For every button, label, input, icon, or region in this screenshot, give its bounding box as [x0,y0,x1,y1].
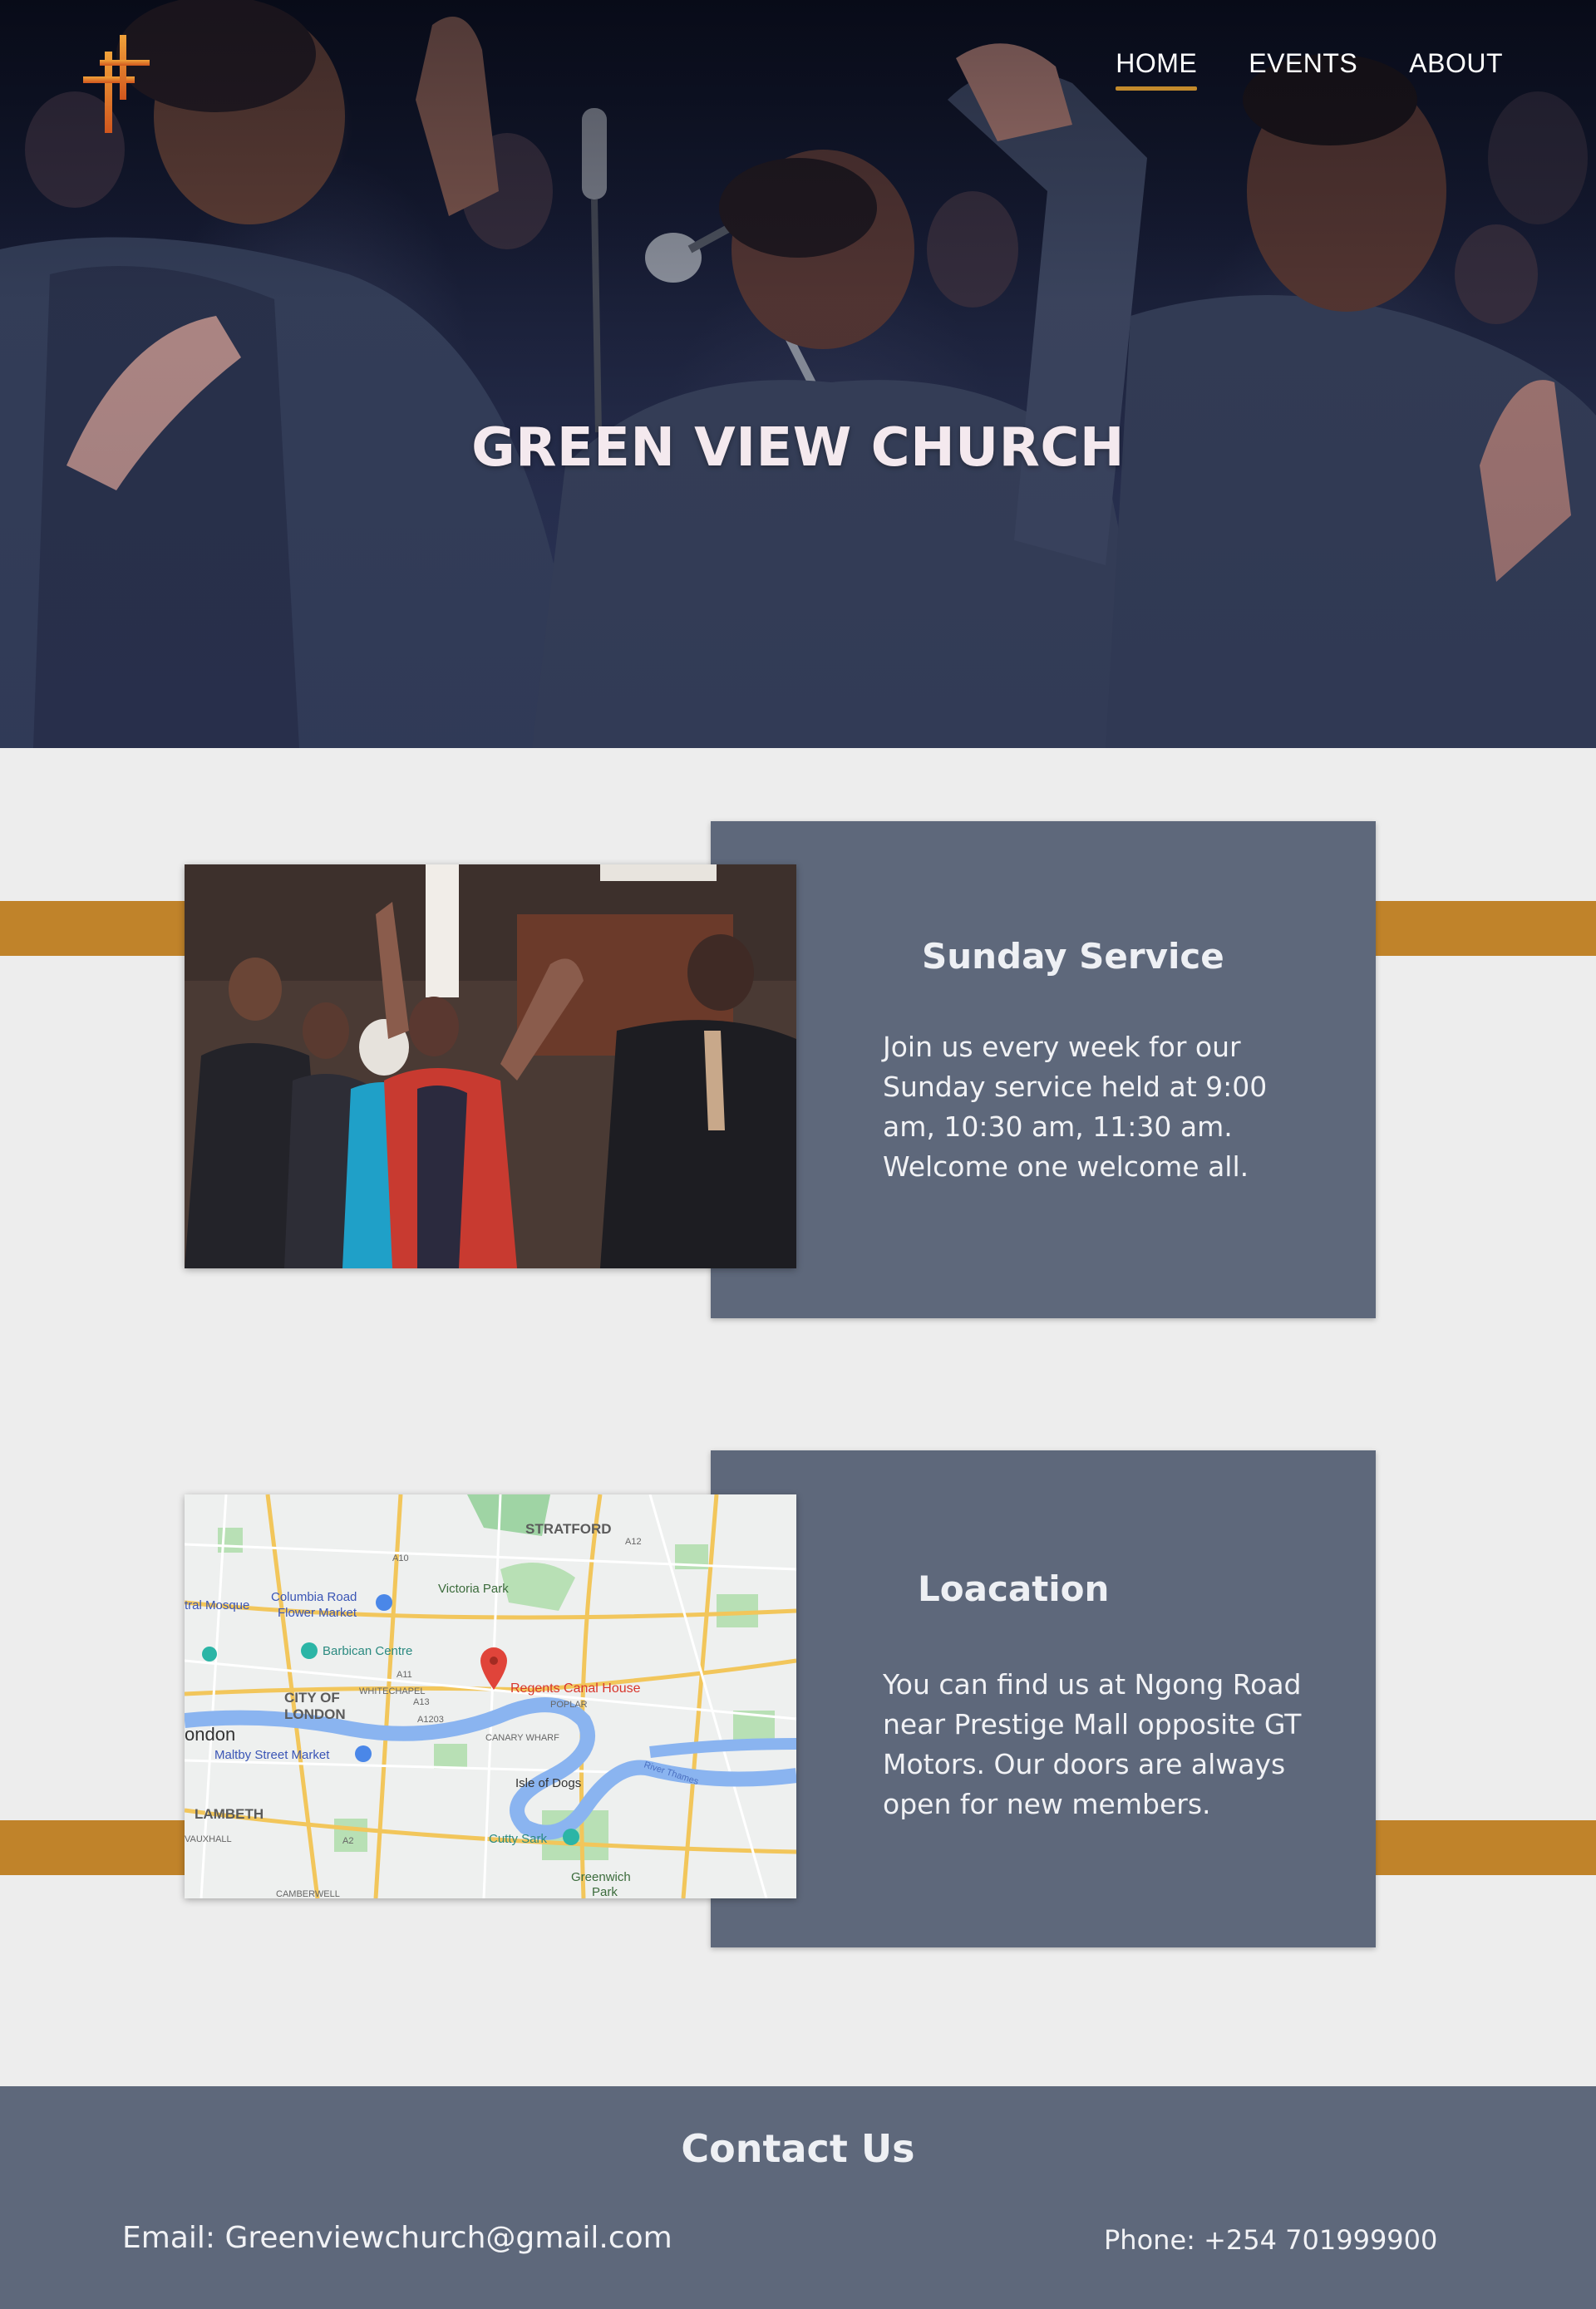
main-nav: HOME EVENTS ABOUT [1116,48,1503,91]
map-label: Maltby Street Market [214,1748,330,1762]
map-label: CANARY WHARF [485,1733,559,1743]
nav-events[interactable]: EVENTS [1249,48,1357,87]
map-label: A11 [397,1670,412,1680]
map-label: LONDON [284,1706,346,1722]
map-label: ondon [185,1724,235,1745]
map-label: A2 [342,1836,353,1846]
hero-title: GREEN VIEW CHURCH [471,417,1125,479]
map-label: A13 [413,1697,430,1707]
map-label: Isle of Dogs [515,1776,581,1790]
map-label: tral Mosque [185,1598,249,1612]
map-label: STRATFORD [525,1521,612,1537]
map-label: A1203 [417,1715,444,1725]
footer-title: Contact Us [681,2126,915,2171]
location-card: Loacation You can find us at Ngong Road … [711,1450,1376,1947]
hero-overlay [0,0,1596,748]
location-map[interactable]: STRATFORD CITY OF LONDON LAMBETH ondon C… [185,1494,796,1898]
hero-banner: HOME EVENTS ABOUT GREEN VIEW CHURCH [0,0,1596,748]
map-label: Flower Market [278,1606,357,1620]
map-label: CAMBERWELL [276,1889,340,1898]
cross-icon [83,35,150,133]
map-label: A12 [625,1537,642,1547]
map-label: POPLAR [550,1700,588,1710]
map-label: Victoria Park [438,1582,509,1596]
contact-footer: Contact Us Email: Greenviewchurch@gmail.… [0,2086,1596,2309]
card-text: Join us every week for our Sunday servic… [883,1031,1268,1183]
map-pin-label: Regents Canal House [510,1681,641,1696]
map-label: WHITECHAPEL [359,1686,425,1696]
nav-about[interactable]: ABOUT [1409,48,1503,87]
card-title: Sunday Service [922,936,1224,977]
map-label: Cutty Sark [489,1832,548,1846]
map-label: Greenwich [571,1870,631,1884]
card-title: Loacation [918,1568,1110,1609]
map-label: VAUXHALL [185,1834,232,1844]
sunday-service-card: Sunday Service Join us every week for ou… [711,821,1376,1318]
worship-congregation-photo [185,864,796,1268]
contact-email[interactable]: Email: Greenviewchurch@gmail.com [122,2221,672,2255]
card-text: You can find us at Ngong Road near Prest… [883,1668,1302,1820]
map-label: Barbican Centre [323,1644,412,1658]
nav-home[interactable]: HOME [1116,48,1198,91]
map-label: Columbia Road [271,1590,357,1604]
map-label: A10 [392,1553,409,1563]
map-label: Park [592,1885,618,1898]
contact-phone[interactable]: Phone: +254 701999900 [1104,2224,1437,2256]
map-label: LAMBETH [195,1806,264,1822]
map-label: CITY OF [284,1690,340,1706]
